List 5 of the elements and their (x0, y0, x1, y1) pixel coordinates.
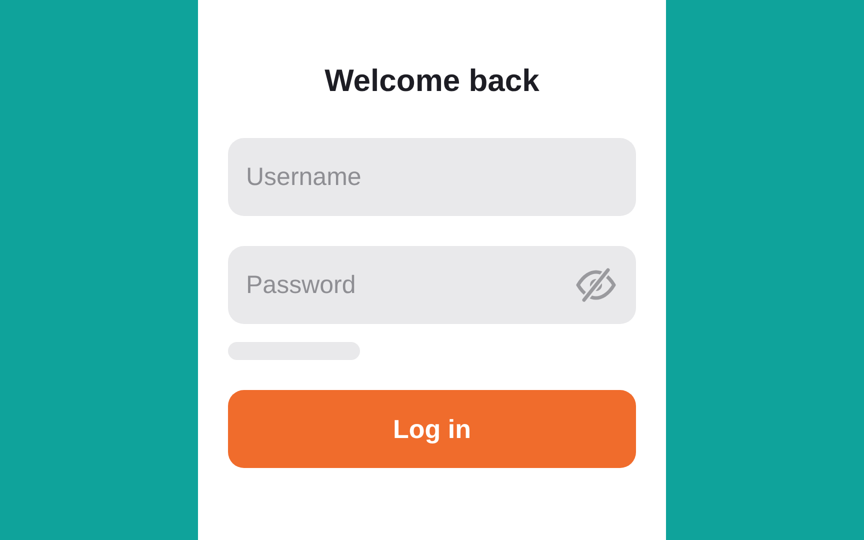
input-field[interactable]: Password (228, 246, 636, 324)
login-button[interactable]: Log in (228, 390, 636, 468)
input-field[interactable]: Username (228, 138, 636, 216)
hidden-eye-icon[interactable] (576, 268, 616, 302)
welcome-title: Welcome back (324, 62, 540, 100)
